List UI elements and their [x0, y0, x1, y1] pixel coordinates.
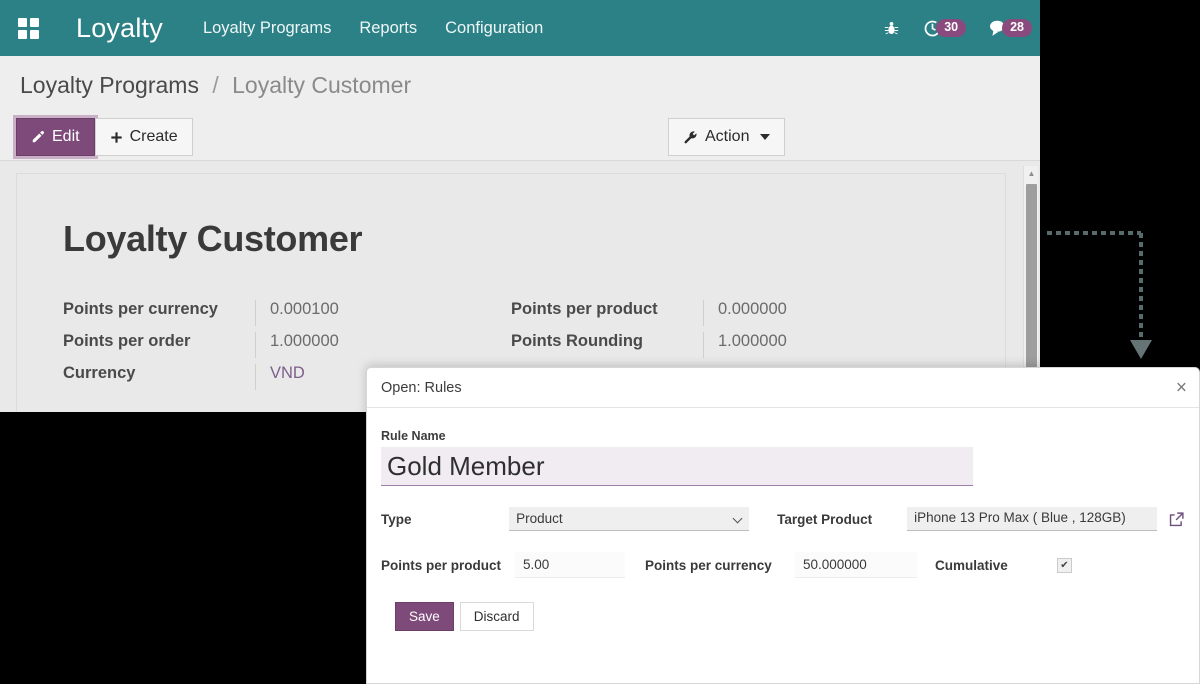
field-value-points-per-currency: 0.000100 [255, 300, 511, 326]
field-label-points-per-currency: Points per currency [63, 300, 255, 319]
breadcrumb-separator: / [212, 72, 218, 98]
app-brand-title: Loyalty [76, 13, 163, 44]
record-action-buttons: Edit Create [16, 118, 193, 156]
breadcrumb-item-current: Loyalty Customer [232, 72, 411, 98]
discard-button[interactable]: Discard [460, 602, 534, 631]
create-button-label: Create [130, 127, 178, 147]
pencil-icon [31, 130, 45, 144]
edit-button-label: Edit [52, 127, 80, 147]
field-value-points-rounding: 1.000000 [703, 332, 959, 358]
breadcrumb-item-loyalty-programs[interactable]: Loyalty Programs [20, 72, 199, 98]
menu-item-configuration[interactable]: Configuration [445, 19, 543, 38]
activity-clock-icon[interactable]: 30 [922, 18, 966, 39]
points-per-currency-label: Points per currency [645, 558, 795, 573]
messages-count-badge: 28 [1002, 19, 1032, 38]
page-title: Loyalty Customer [63, 218, 959, 260]
top-navbar: Loyalty Loyalty Programs Reports Configu… [0, 0, 1040, 56]
modal-header: Open: Rules × [367, 368, 1199, 408]
target-product-label: Target Product [777, 512, 907, 527]
field-value-points-per-order: 1.000000 [255, 332, 511, 358]
breadcrumb: Loyalty Programs / Loyalty Customer [20, 72, 411, 99]
type-select[interactable]: Product [509, 507, 749, 531]
control-panel: Loyalty Programs / Loyalty Customer Edit [0, 56, 1040, 161]
points-per-product-input[interactable] [515, 552, 625, 578]
action-button-label: Action [705, 127, 749, 147]
row-type-target: Type Product Target Product iPhone 13 Pr… [381, 507, 1185, 531]
points-per-product-label: Points per product [381, 558, 515, 573]
modal-title: Open: Rules [381, 380, 462, 396]
field-label-points-per-order: Points per order [63, 332, 255, 351]
field-label-points-per-product: Points per product [511, 300, 703, 319]
navbar-right-icons: 30 28 [883, 0, 1040, 56]
modal-body: Rule Name Type Product Target Product iP… [367, 408, 1199, 631]
wrench-icon [683, 130, 698, 145]
grid-apps-icon [18, 18, 39, 39]
cumulative-label: Cumulative [935, 558, 1057, 573]
rule-name-input[interactable] [381, 447, 973, 486]
field-label-currency: Currency [63, 364, 255, 383]
close-icon[interactable]: × [1176, 378, 1187, 397]
menu-item-loyalty-programs[interactable]: Loyalty Programs [203, 19, 331, 38]
field-row-points-per-order: Points per order 1.000000 [63, 332, 511, 364]
row-points-cumulative: Points per product Points per currency C… [381, 552, 1185, 578]
annotation-arrow [1045, 225, 1165, 365]
screen-root: Loyalty Loyalty Programs Reports Configu… [0, 0, 1200, 684]
rule-name-label: Rule Name [381, 429, 1185, 443]
activity-count-badge: 30 [936, 19, 966, 38]
messages-icon[interactable]: 28 [988, 19, 1032, 38]
cumulative-checkbox[interactable]: ✔ [1057, 558, 1072, 573]
type-select-wrapper: Product [509, 507, 749, 531]
field-label-points-rounding: Points Rounding [511, 332, 703, 351]
points-per-currency-input[interactable] [795, 552, 917, 578]
field-value-points-per-product: 0.000000 [703, 300, 959, 326]
external-link-icon[interactable] [1168, 511, 1185, 528]
field-row-points-rounding: Points Rounding 1.000000 [511, 332, 959, 364]
field-row-points-per-product: Points per product 0.000000 [511, 300, 959, 332]
save-button[interactable]: Save [395, 602, 454, 631]
rules-modal-dialog: Open: Rules × Rule Name Type Product Tar… [366, 367, 1200, 684]
scrollbar-thumb[interactable] [1026, 184, 1037, 396]
chevron-down-icon [760, 134, 770, 140]
plus-icon [110, 131, 123, 144]
apps-menu-toggle[interactable] [0, 0, 56, 56]
type-label: Type [381, 512, 509, 527]
navbar-menu: Loyalty Programs Reports Configuration [203, 19, 543, 38]
action-button[interactable]: Action [668, 118, 785, 156]
create-button[interactable]: Create [95, 118, 193, 156]
field-row-points-per-currency: Points per currency 0.000100 [63, 300, 511, 332]
bug-icon[interactable] [883, 20, 900, 37]
menu-item-reports[interactable]: Reports [359, 19, 417, 38]
browser-viewport: Loyalty Loyalty Programs Reports Configu… [0, 0, 1040, 412]
scrollbar-up-arrow[interactable]: ▲ [1024, 166, 1039, 180]
bug-glyph [883, 20, 900, 37]
edit-button[interactable]: Edit [16, 118, 95, 156]
target-product-input[interactable]: iPhone 13 Pro Max ( Blue , 128GB) [907, 507, 1157, 531]
modal-footer: Save Discard [381, 602, 1185, 631]
